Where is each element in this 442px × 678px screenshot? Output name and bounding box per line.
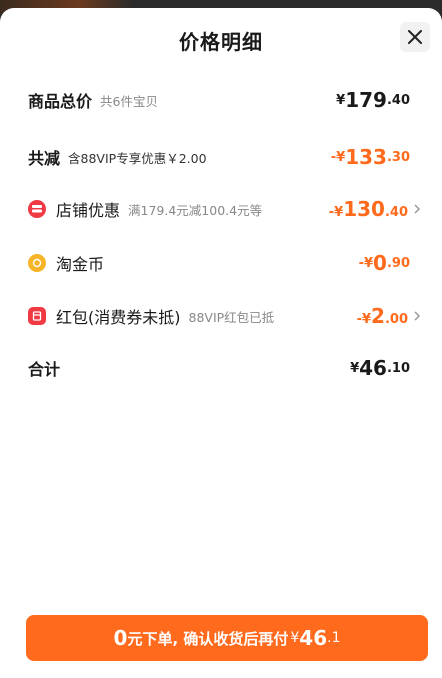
amount-decimal: .30 [386,149,410,165]
amount-integer: 179 [345,88,387,112]
amount-integer: 0 [373,251,387,275]
amount-decimal: .40 [384,205,408,220]
cta-currency: ¥ [290,630,300,646]
subtotal-row: 合计 ¥46.10 [28,353,410,383]
cta-amount-integer: 46 [299,626,328,650]
cta-text: 元下单, 确认收货后再付 [127,629,289,648]
row-label: 合计 [28,360,61,379]
amount-decimal: .40 [386,92,410,108]
amount-integer: 130 [343,197,385,221]
row-amount-wrap: -¥2.00 [357,304,422,328]
amount-decimal: .00 [384,312,408,327]
amount-integer: 133 [345,145,387,169]
red-packet-icon [28,307,46,325]
store-coupon-icon [28,200,46,218]
chevron-right-icon [414,311,421,321]
amount-decimal: .90 [386,255,410,271]
store-discount-row[interactable]: 店铺优惠 满179.4元减100.4元等 -¥130.40 [28,194,422,224]
row-label: 共减 [28,149,61,168]
gold-coin-icon [28,254,46,272]
chevron-right-icon [414,204,421,214]
row-sub: 88VIP红包已抵 [188,309,275,325]
close-icon [408,30,422,44]
amount-integer: 46 [359,356,387,380]
total-price-row: 商品总价 共6件宝贝 ¥179.40 [28,85,410,115]
currency-symbol: -¥ [330,149,346,165]
row-amount: ¥46.10 [350,356,410,380]
row-amount: -¥ 0.90 [359,251,410,275]
amount-integer: 2 [371,304,385,328]
row-amount-wrap: -¥130.40 [329,197,422,221]
total-discount-row: 共减 含88VIP专享优惠￥2.00 -¥ 133.30 [28,142,410,172]
cta-amount-decimal: .1 [327,630,341,646]
sheet-title: 价格明细 [179,30,263,54]
row-amount: -¥2.00 [357,304,408,328]
place-order-button[interactable]: 0 元下单, 确认收货后再付 ¥ 46 .1 [26,615,428,661]
row-sub: 含88VIP专享优惠￥2.00 [68,150,207,166]
amount-decimal: .10 [386,360,410,376]
row-label: 店铺优惠 [56,201,121,220]
red-packet-row[interactable]: 红包(消费券未抵) 88VIP红包已抵 -¥2.00 [28,301,422,331]
currency-symbol: ¥ [336,92,346,108]
row-amount: -¥ 133.30 [331,145,410,169]
cta-zero: 0 [113,626,128,650]
row-amount: ¥179.40 [336,88,410,112]
currency-symbol: -¥ [356,312,372,327]
currency-symbol: -¥ [358,255,374,271]
row-label: 淘金币 [56,255,105,274]
row-amount: -¥130.40 [329,197,408,221]
currency-symbol: ¥ [350,360,360,376]
row-label: 红包(消费券未抵) [56,308,181,327]
tao-coin-row: 淘金币 -¥ 0.90 [28,248,410,278]
currency-symbol: -¥ [328,205,344,220]
row-sub: 满179.4元减100.4元等 [128,202,263,218]
row-sub: 共6件宝贝 [100,93,158,109]
row-label: 商品总价 [28,92,93,111]
price-detail-sheet: 价格明细 商品总价 共6件宝贝 ¥179.40 共减 含88VIP专享优惠￥2.… [0,8,442,678]
close-button[interactable] [400,22,430,52]
